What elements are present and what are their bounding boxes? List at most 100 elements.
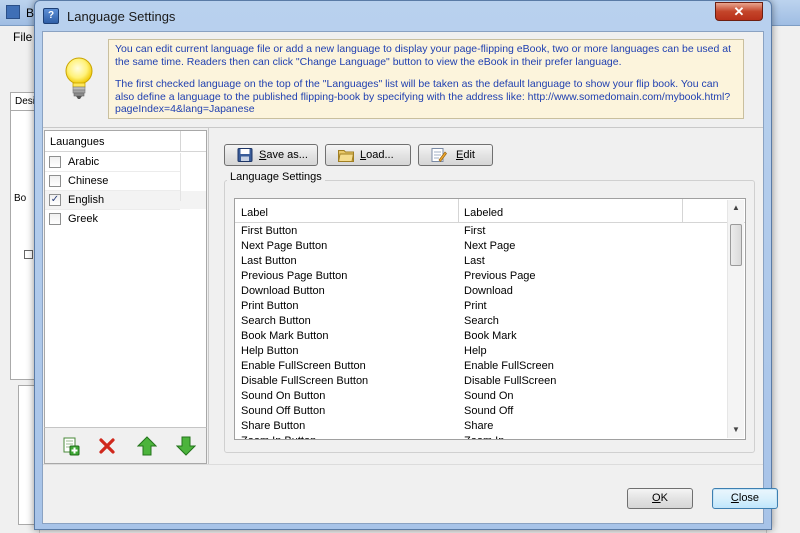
info-paragraph-2: The first checked language on the top of… [115,78,731,115]
app-icon [6,5,20,19]
grid-row[interactable]: Sound On Button Sound On [235,389,725,404]
grid-row[interactable]: Search Button Search [235,314,725,329]
grid-cell-label[interactable]: Print Button [241,300,298,312]
dialog-client-area: You can edit current language file or ad… [42,31,778,524]
column-header-label[interactable]: Label [241,207,268,219]
close-button[interactable]: Close [712,488,778,509]
grid-row[interactable]: Next Page Button Next Page [235,239,725,254]
grid-row[interactable]: First Button First [235,224,725,239]
grid-cell-labeled[interactable]: Download [464,285,513,297]
column-header-labeled[interactable]: Labeled [464,207,503,219]
language-name: English [68,194,105,206]
language-checkbox-chinese[interactable] [49,175,61,187]
folder-load-icon [338,150,354,162]
language-item-arabic[interactable]: Arabic [45,153,206,171]
grid-row[interactable]: Share Button Share [235,419,725,434]
header-divider [458,199,459,223]
grid-row[interactable]: Print Button Print [235,299,725,314]
load-text: oad... [366,149,394,161]
grid-cell-labeled[interactable]: Sound Off [464,405,513,417]
scroll-up-arrow-icon[interactable]: ▲ [728,200,744,216]
dialog-titlebar: ? Language Settings ✕ [35,1,771,31]
tree-expander[interactable] [24,250,33,259]
grid-cell-label[interactable]: Zoom In Button [241,435,316,439]
language-checkbox-english[interactable]: ✓ [49,194,61,206]
app-title: B [26,6,35,20]
move-up-icon[interactable] [137,436,157,456]
grid-cell-label[interactable]: Search Button [241,315,311,327]
grid-row[interactable]: Disable FullScreen Button Disable FullScr… [235,374,725,389]
close-mnemonic: C [730,492,739,504]
grid-cell-labeled[interactable]: Disable FullScreen [464,375,556,387]
grid-cell-labeled[interactable]: Last [464,255,485,267]
move-down-icon[interactable] [176,436,196,456]
grid-row[interactable]: Enable FullScreen Button Enable FullScree… [235,359,725,374]
language-item-english[interactable]: ✓ English [45,191,206,209]
language-item-chinese[interactable]: Chinese [45,172,206,190]
add-icon[interactable] [61,436,81,456]
dialog-close-button[interactable]: ✕ [715,2,763,21]
tree-node[interactable]: Bo [14,193,26,204]
grid-row[interactable]: Download Button Download [235,284,725,299]
save-as-button[interactable]: Save as... [224,144,318,166]
grid-row[interactable]: Last Button Last [235,254,725,269]
grid-cell-label[interactable]: Disable FullScreen Button [241,375,368,387]
header-divider [682,199,683,223]
grid-cell-labeled[interactable]: Share [464,420,493,432]
language-name: Greek [68,213,98,225]
grid-cell-labeled[interactable]: Search [464,315,499,327]
grid-row[interactable]: Help Button Help [235,344,725,359]
delete-icon[interactable] [97,436,117,456]
grid-row[interactable]: Previous Page Button Previous Page [235,269,725,284]
grid-cell-label[interactable]: Previous Page Button [241,270,347,282]
header-divider [180,131,181,152]
language-checkbox-greek[interactable] [49,213,61,225]
scrollbar-thumb[interactable] [730,224,742,266]
grid-cell-label[interactable]: Last Button [241,255,297,267]
dialog-app-icon: ? [43,8,59,24]
grid-row[interactable]: Sound Off Button Sound Off [235,404,725,419]
close-text: lose [738,492,760,504]
languages-list-header: Lauangues [45,131,206,152]
grid-cell-label[interactable]: Share Button [241,420,305,432]
grid-cell-labeled[interactable]: First [464,225,485,237]
grid-cell-label[interactable]: Sound On Button [241,390,325,402]
grid-row[interactable]: Book Mark Button Book Mark [235,329,725,344]
grid-cell-labeled[interactable]: Help [464,345,487,357]
language-settings-area: Save as... Load... Edit Language Setting… [208,128,763,464]
menu-file[interactable]: File [13,30,32,44]
grid-cell-label[interactable]: Book Mark Button [241,330,328,342]
languages-list: Lauangues Arabic Chinese ✓ English Greek [44,130,207,464]
load-label: Load... [360,149,394,161]
language-checkbox-arabic[interactable] [49,156,61,168]
language-name: Chinese [68,175,109,187]
grid-cell-labeled[interactable]: Zoom In [464,435,504,439]
grid-cell-label[interactable]: Next Page Button [241,240,327,252]
ok-mnemonic: O [652,492,661,504]
language-settings-dialog: ? Language Settings ✕ You can edit curre… [34,0,778,530]
language-item-greek[interactable]: Greek [45,210,206,228]
load-button[interactable]: Load... [325,144,411,166]
info-text-box: You can edit current language file or ad… [108,39,744,119]
grid-cell-labeled[interactable]: Enable FullScreen [464,360,554,372]
grid-vertical-scrollbar[interactable]: ▲ ▼ [727,200,744,438]
languages-column-header[interactable]: Lauangues [50,136,104,148]
grid-cell-labeled[interactable]: Sound On [464,390,514,402]
grid-cell-label[interactable]: Sound Off Button [241,405,325,417]
grid-cell-label[interactable]: First Button [241,225,297,237]
scroll-down-arrow-icon[interactable]: ▼ [728,422,744,438]
save-as-label: Save as... [259,149,308,161]
edit-button[interactable]: Edit [418,144,493,166]
languages-toolbar [44,427,207,464]
grid-cell-label[interactable]: Enable FullScreen Button [241,360,366,372]
grid-row[interactable]: Zoom In Button Zoom In [235,434,725,439]
grid-cell-label[interactable]: Download Button [241,285,325,297]
language-name: Arabic [68,156,100,168]
grid-cell-labeled[interactable]: Print [464,300,487,312]
grid-cell-labeled[interactable]: Book Mark [464,330,517,342]
ok-button[interactable]: OK [627,488,693,509]
grid-header: Label Labeled [235,199,745,223]
grid-cell-labeled[interactable]: Previous Page [464,270,536,282]
grid-cell-label[interactable]: Help Button [241,345,298,357]
grid-cell-labeled[interactable]: Next Page [464,240,515,252]
